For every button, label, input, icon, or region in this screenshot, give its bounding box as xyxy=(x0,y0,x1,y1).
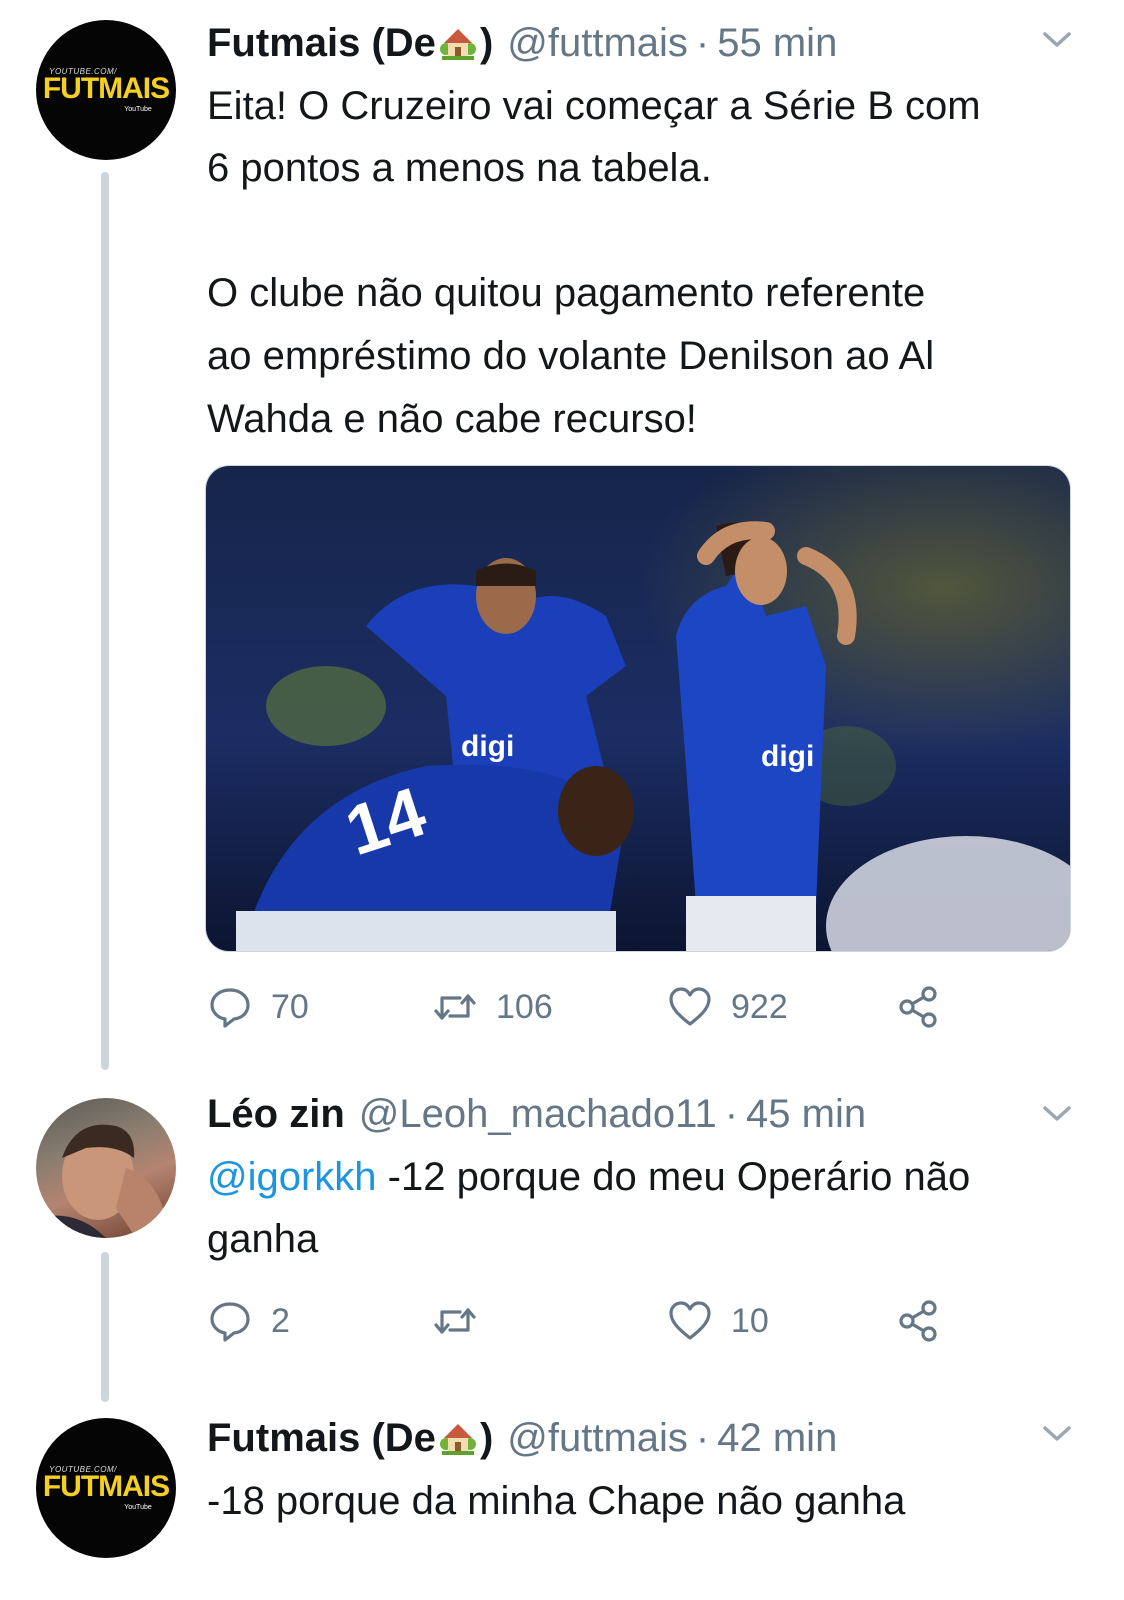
retweet-count: 106 xyxy=(496,987,553,1026)
timestamp[interactable]: 42 min xyxy=(717,1416,837,1461)
tweet-header: Futmais (De ) @futtmais · 55 min xyxy=(207,17,837,69)
share-icon xyxy=(899,1300,937,1342)
tweet-text: -18 porque da minha Chape não ganha xyxy=(207,1479,906,1523)
reply-count: 2 xyxy=(271,1301,290,1340)
photo-players-icon: digi 14 digi xyxy=(206,466,1070,951)
avatar[interactable]: YOUTUBE.COM/ FUTMAIS YouTube xyxy=(36,1418,176,1558)
reply-button[interactable]: 70 xyxy=(207,982,309,1032)
tweet-text: ganha xyxy=(207,1217,319,1261)
like-count: 10 xyxy=(731,1301,769,1340)
tweet-text: Wahda e não cabe recurso! xyxy=(207,397,697,441)
tweet-header: Futmais (De ) @futtmais · 42 min xyxy=(207,1412,837,1464)
share-button[interactable] xyxy=(895,1296,941,1346)
tweet-actions: 70 106 922 xyxy=(207,982,967,1032)
share-icon xyxy=(899,986,937,1028)
display-name-suffix: ) xyxy=(479,20,494,65)
user-handle[interactable]: @Leoh_machado11 xyxy=(359,1092,717,1137)
retweet-icon xyxy=(434,994,476,1020)
tweet-actions: 2 10 xyxy=(207,1296,967,1346)
user-handle[interactable]: @futtmais xyxy=(507,21,688,66)
avatar[interactable]: YOUTUBE.COM/ FUTMAIS YouTube xyxy=(36,20,176,160)
reply-button[interactable]: 2 xyxy=(207,1296,290,1346)
chevron-down-icon[interactable] xyxy=(1040,1102,1074,1126)
thread-line xyxy=(101,172,109,1070)
avatar-caption: YouTube xyxy=(124,106,152,113)
tweet-text: ao empréstimo do volante Denilson ao Al xyxy=(207,334,935,378)
house-with-garden-icon xyxy=(439,29,476,60)
display-name[interactable]: Futmais (De xyxy=(207,21,436,66)
retweet-icon xyxy=(434,1308,476,1334)
reply-icon xyxy=(210,1302,250,1342)
tweet-text-body: -12 porque do meu Operário não xyxy=(376,1155,971,1199)
display-name-suffix: ) xyxy=(479,1415,494,1460)
avatar[interactable] xyxy=(36,1098,176,1238)
display-name[interactable]: Futmais (De xyxy=(207,1416,436,1461)
like-count: 922 xyxy=(731,987,788,1026)
like-button[interactable]: 922 xyxy=(667,982,788,1032)
tweet-header: Léo zin @Leoh_machado11 · 45 min xyxy=(207,1088,866,1140)
shirt-sponsor: digi xyxy=(461,730,514,763)
avatar-brand: FUTMAIS xyxy=(42,72,170,105)
separator: · xyxy=(724,1091,739,1136)
tweet-text: O clube não quitou pagamento referente xyxy=(207,271,926,315)
chevron-down-icon[interactable] xyxy=(1040,1422,1074,1446)
heart-icon xyxy=(669,987,711,1026)
display-name[interactable]: Léo zin xyxy=(207,1092,345,1137)
house-with-garden-icon xyxy=(439,1424,476,1455)
avatar-photo-icon xyxy=(36,1124,166,1238)
tweet-text: Eita! O Cruzeiro vai começar a Série B c… xyxy=(207,84,981,128)
reply-count: 70 xyxy=(271,987,309,1026)
shirt-sponsor: digi xyxy=(761,740,814,773)
separator: · xyxy=(695,20,710,65)
timestamp[interactable]: 45 min xyxy=(746,1092,866,1137)
retweet-button[interactable] xyxy=(432,1296,496,1346)
heart-icon xyxy=(669,1301,711,1340)
avatar-brand: FUTMAIS xyxy=(42,1470,170,1503)
avatar-caption: YouTube xyxy=(124,1504,152,1511)
user-handle[interactable]: @futtmais xyxy=(507,1416,688,1461)
tweet-text: 6 pontos a menos na tabela. xyxy=(207,146,712,190)
mention-link[interactable]: @igorkkh xyxy=(207,1155,377,1199)
thread-line xyxy=(101,1252,109,1402)
like-button[interactable]: 10 xyxy=(667,1296,769,1346)
tweet-text: @igorkkh -12 porque do meu Operário não xyxy=(207,1146,970,1208)
tweet-photo[interactable]: digi 14 digi xyxy=(205,465,1071,952)
separator: · xyxy=(695,1415,710,1460)
retweet-button[interactable]: 106 xyxy=(432,982,553,1032)
chevron-down-icon[interactable] xyxy=(1040,28,1074,52)
reply-icon xyxy=(210,988,250,1028)
share-button[interactable] xyxy=(895,982,941,1032)
timestamp[interactable]: 55 min xyxy=(717,21,837,66)
